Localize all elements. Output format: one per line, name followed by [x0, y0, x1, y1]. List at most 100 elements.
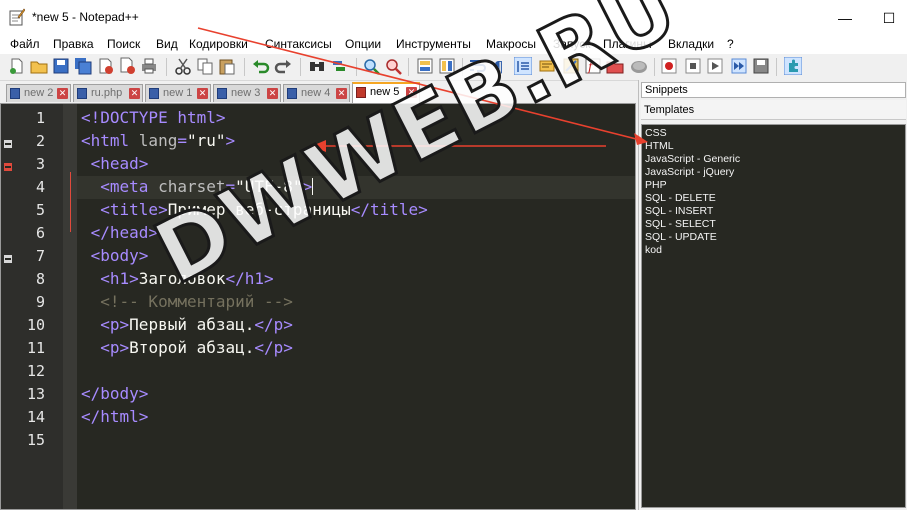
code-line[interactable]: <h1>Заголовок</h1>	[81, 269, 273, 288]
code-line[interactable]: <html lang="ru">	[81, 131, 235, 150]
tab-close-icon[interactable]: ✕	[406, 87, 417, 98]
snippet-item[interactable]: CSS	[645, 127, 667, 139]
toolbar: ¶ f	[0, 54, 907, 81]
menu-tabs[interactable]: Вкладки	[668, 37, 714, 51]
panel-subtitle[interactable]: Templates	[641, 100, 906, 120]
menu-run[interactable]: Запуск	[553, 37, 591, 51]
code-token: lang	[138, 131, 178, 150]
code-line[interactable]: <p>Первый абзац.</p>	[81, 315, 293, 334]
replace-icon[interactable]	[330, 57, 348, 75]
code-line[interactable]: <!-- Комментарий -->	[81, 292, 293, 311]
snippet-item[interactable]: SQL - INSERT	[645, 205, 713, 217]
tab-label: new 4	[301, 87, 331, 99]
undo-icon[interactable]	[252, 57, 270, 75]
code-line[interactable]: <!DOCTYPE html>	[81, 108, 226, 127]
user-lang-icon[interactable]	[538, 57, 556, 75]
code-token: </head>	[90, 223, 159, 242]
tab-close-icon[interactable]: ✕	[197, 88, 208, 99]
code-line[interactable]: <meta charset="UTF-8">	[81, 177, 314, 196]
cut-icon[interactable]	[174, 57, 192, 75]
code-token: >	[225, 131, 236, 150]
code-line[interactable]: <body>	[81, 246, 149, 265]
word-wrap-icon[interactable]	[468, 57, 486, 75]
menu-tools[interactable]: Инструменты	[396, 37, 471, 51]
close-file-icon[interactable]	[96, 57, 114, 75]
play-macro-icon[interactable]	[706, 57, 724, 75]
show-all-chars-icon[interactable]: ¶	[490, 57, 508, 75]
tab-new-5[interactable]: new 5 ✕	[352, 82, 420, 103]
menu-plugins[interactable]: Плагины	[603, 37, 652, 51]
paste-icon[interactable]	[218, 57, 236, 75]
snippets-panel: Snippets Templates CSS HTML JavaScript -…	[638, 80, 907, 510]
find-icon[interactable]	[308, 57, 326, 75]
code-line[interactable]: </body>	[81, 384, 148, 403]
copy-icon[interactable]	[196, 57, 214, 75]
plugin-puzzle-icon[interactable]	[784, 57, 802, 75]
snippet-item[interactable]: SQL - DELETE	[645, 192, 716, 204]
snippet-item[interactable]: PHP	[645, 179, 667, 191]
maximize-button[interactable]: ☐	[866, 6, 907, 30]
menu-edit[interactable]: Правка	[53, 37, 94, 51]
close-all-icon[interactable]	[118, 57, 136, 75]
zoom-in-icon[interactable]	[362, 57, 380, 75]
tab-close-icon[interactable]: ✕	[336, 88, 347, 99]
print-icon[interactable]	[140, 57, 158, 75]
open-file-icon[interactable]	[30, 57, 48, 75]
new-file-icon[interactable]	[8, 57, 26, 75]
run-macro-multiple-icon[interactable]	[730, 57, 748, 75]
code-token: <body>	[90, 246, 149, 265]
menu-options[interactable]: Опции	[345, 37, 381, 51]
snippet-item[interactable]: JavaScript - Generic	[645, 153, 740, 165]
menu-help[interactable]: ?	[727, 37, 734, 51]
code-line[interactable]: <head>	[81, 154, 149, 173]
snippet-list: CSS HTML JavaScript - Generic JavaScript…	[641, 124, 906, 508]
menu-file[interactable]: Файл	[10, 37, 40, 51]
code-token: </p>	[254, 338, 293, 357]
line-number: 7	[35, 247, 45, 265]
snippet-item[interactable]: JavaScript - jQuery	[645, 166, 734, 178]
sync-vertical-icon[interactable]	[416, 57, 434, 75]
file-saved-icon	[10, 88, 20, 99]
stop-macro-icon[interactable]	[684, 57, 702, 75]
doc-map-icon[interactable]	[562, 57, 580, 75]
zoom-out-icon[interactable]	[384, 57, 402, 75]
monitoring-icon[interactable]	[630, 57, 648, 75]
record-macro-icon[interactable]	[660, 57, 678, 75]
code-line[interactable]: <p>Второй абзац.</p>	[81, 338, 293, 357]
save-all-icon[interactable]	[74, 57, 92, 75]
snippet-item[interactable]: HTML	[645, 140, 674, 152]
line-number: 2	[35, 132, 45, 150]
code-line[interactable]: <title>Пример веб-страницы</title>	[81, 200, 428, 219]
redo-icon[interactable]	[274, 57, 292, 75]
save-macro-icon[interactable]	[752, 57, 770, 75]
tab-new-2[interactable]: new 2 ✕	[6, 84, 71, 102]
folder-workspace-icon[interactable]	[606, 57, 624, 75]
indent-guide-icon[interactable]	[514, 57, 532, 75]
tab-close-icon[interactable]: ✕	[267, 88, 278, 99]
menu-search[interactable]: Поиск	[107, 37, 140, 51]
menu-encoding[interactable]: Кодировки	[189, 37, 248, 51]
function-list-icon[interactable]: f	[584, 57, 602, 75]
minimize-button[interactable]: —	[822, 6, 868, 30]
line-number: 15	[26, 431, 45, 449]
file-saved-icon	[77, 88, 87, 99]
menu-view[interactable]: Вид	[156, 37, 178, 51]
save-icon[interactable]	[52, 57, 70, 75]
menu-syntax[interactable]: Синтаксисы	[265, 37, 332, 51]
toolbar-separator	[408, 58, 409, 76]
tab-close-icon[interactable]: ✕	[129, 88, 140, 99]
menu-macros[interactable]: Макросы	[486, 37, 536, 51]
code-line[interactable]: </head>	[81, 223, 158, 242]
tab-new-4[interactable]: new 4 ✕	[283, 84, 350, 102]
tab-ru-php[interactable]: ru.php ✕	[73, 84, 143, 102]
tab-new-1[interactable]: new 1 ✕	[145, 84, 211, 102]
code-token: <head>	[90, 154, 149, 173]
snippet-item[interactable]: SQL - SELECT	[645, 218, 716, 230]
code-editor[interactable]: 1 2 3 4 5 6 7 8 9 10 11 12 13 14 15 <!DO…	[0, 103, 636, 510]
snippet-item[interactable]: kod	[645, 244, 662, 256]
code-line[interactable]: </html>	[81, 407, 148, 426]
sync-horizontal-icon[interactable]	[438, 57, 456, 75]
tab-close-icon[interactable]: ✕	[57, 88, 68, 99]
snippet-item[interactable]: SQL - UPDATE	[645, 231, 717, 243]
tab-new-3[interactable]: new 3 ✕	[213, 84, 281, 102]
